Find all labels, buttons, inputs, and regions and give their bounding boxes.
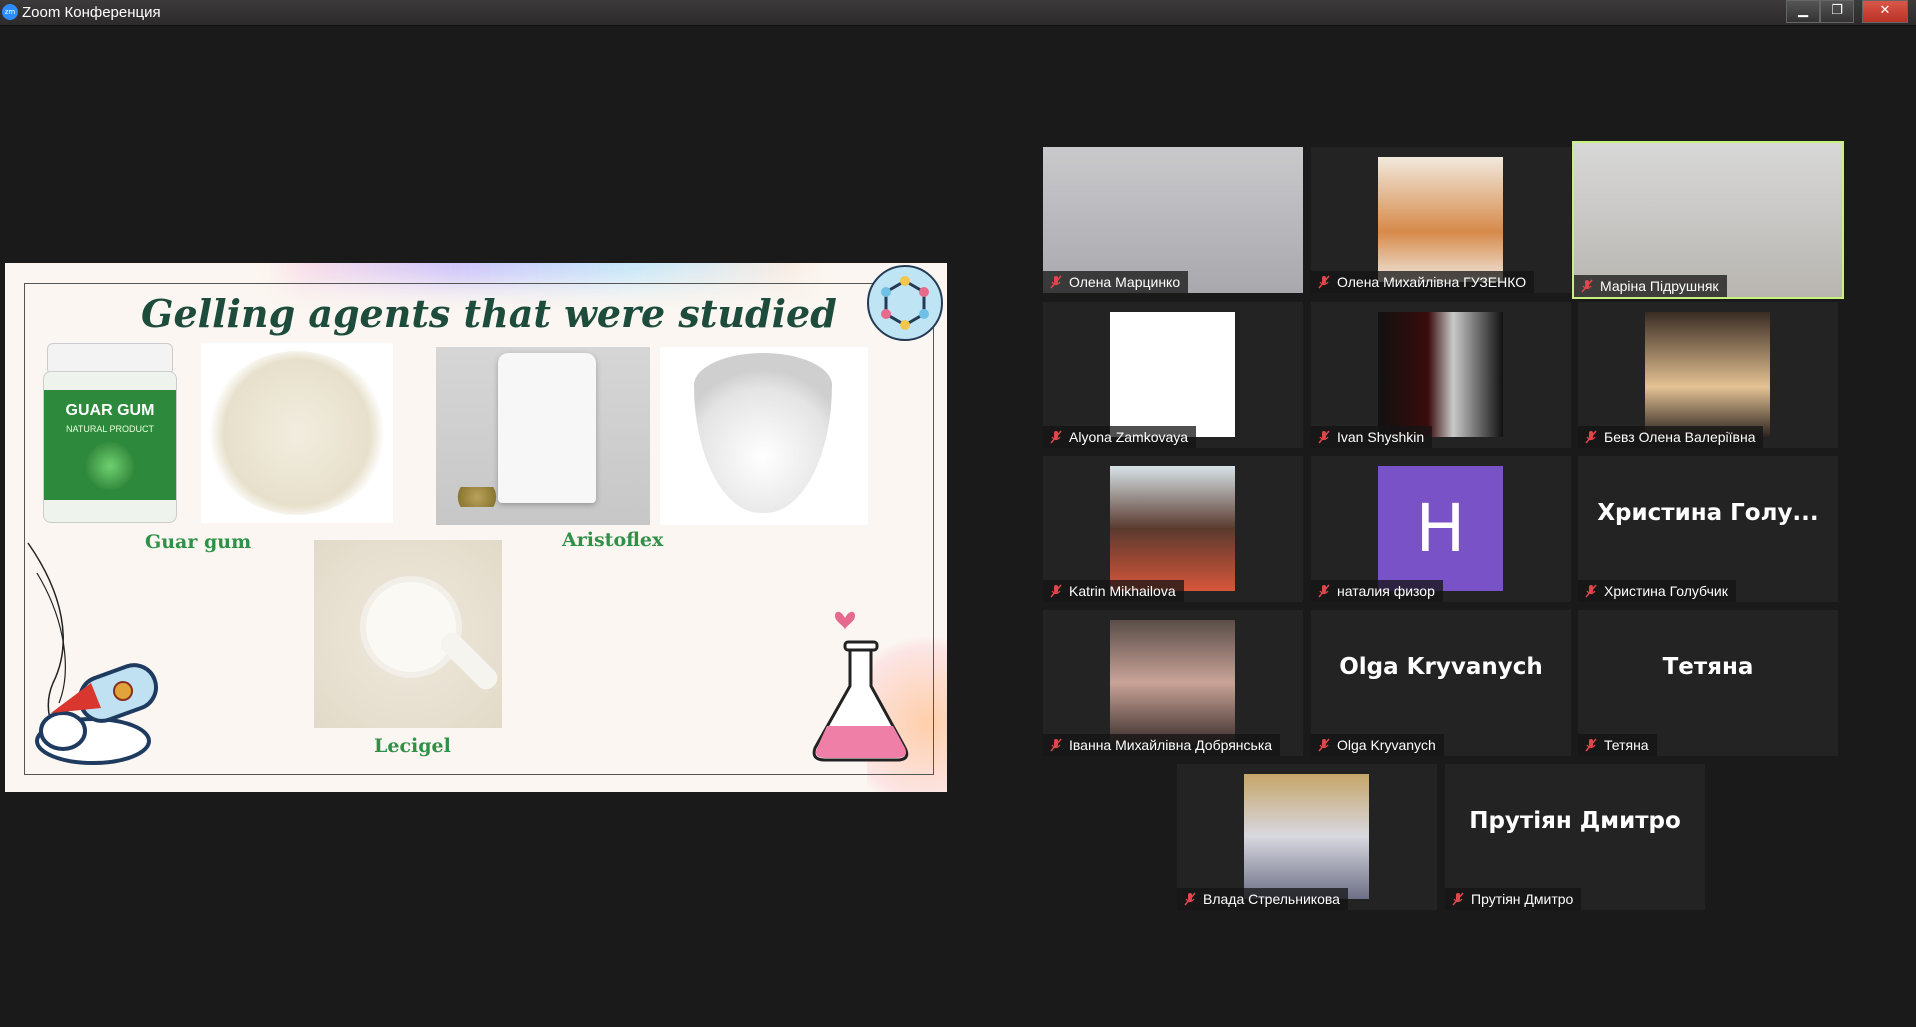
participant-name: Katrin Mikhailova	[1069, 583, 1176, 599]
participant-video	[1110, 466, 1235, 591]
close-button[interactable]: ✕	[1862, 0, 1908, 23]
participant-video	[1378, 312, 1503, 437]
participant-display-name: Прутіян Дмитро	[1469, 808, 1681, 834]
muted-mic-icon	[1184, 892, 1196, 906]
minimize-button[interactable]: ▁	[1786, 0, 1820, 23]
lecigel-powder-image	[314, 540, 502, 728]
flask-illustration	[812, 611, 909, 762]
participant-tile[interactable]: Олена Михайлівна ГУЗЕНКО	[1311, 147, 1571, 293]
window-title: Zoom Конференция	[22, 4, 161, 21]
participant-name: Олена Марцинко	[1069, 274, 1181, 290]
participant-tile[interactable]: Бевз Олена Валеріївна	[1578, 302, 1838, 448]
participant-name-tag: Олена Михайлівна ГУЗЕНКО	[1311, 271, 1535, 293]
guar-gum-powder-image	[201, 343, 393, 523]
muted-mic-icon	[1318, 430, 1330, 444]
participant-display-name: Olga Kryvanych	[1339, 654, 1543, 680]
muted-mic-icon	[1050, 738, 1062, 752]
participant-video	[1574, 143, 1842, 297]
participant-tile[interactable]: Маріна Підрушняк	[1572, 141, 1844, 299]
participant-name: Іванна Михайлівна Добрянська	[1069, 737, 1273, 753]
muted-mic-icon	[1585, 430, 1597, 444]
participant-name-tag: Іванна Михайлівна Добрянська	[1043, 734, 1281, 756]
muted-mic-icon	[1581, 279, 1593, 293]
participant-name: Olga Kryvanych	[1337, 737, 1436, 753]
participant-video	[1110, 312, 1235, 437]
muted-mic-icon	[1318, 738, 1330, 752]
participant-display-name: Тетяна	[1662, 654, 1754, 680]
participant-name-tag: Бевз Олена Валеріївна	[1578, 426, 1764, 448]
participant-name-tag: Alyona Zamkovaya	[1043, 426, 1197, 448]
participant-name-tag: Olga Kryvanych	[1311, 734, 1444, 756]
participant-name: Олена Михайлівна ГУЗЕНКО	[1337, 274, 1527, 290]
participant-name: Alyona Zamkovaya	[1069, 429, 1189, 445]
window-titlebar[interactable]: zm Zoom Конференция ▁ ❐ ✕	[0, 0, 1916, 26]
participant-name-tag: наталия физор	[1311, 580, 1443, 602]
participant-video	[1378, 157, 1503, 282]
participant-name-tag: Тетяна	[1578, 734, 1657, 756]
aristoflex-bag-image	[436, 347, 650, 525]
pill-mascot-illustration	[35, 663, 158, 765]
participant-tile[interactable]: Влада Стрельникова	[1177, 764, 1437, 910]
participant-name-tag: Маріна Підрушняк	[1574, 275, 1727, 297]
caption-aristoflex: Aristoflex	[562, 529, 664, 551]
participant-tile[interactable]: Alyona Zamkovaya	[1043, 302, 1303, 448]
aristoflex-powder-image	[660, 347, 868, 525]
slide-decor-glow	[285, 263, 805, 283]
participant-name-tag: Ivan Shyshkin	[1311, 426, 1433, 448]
participant-tile[interactable]: Olga Kryvanych Olga Kryvanych	[1311, 610, 1571, 756]
shared-screen-slide: Gelling agents that were studied GUAR GU…	[5, 263, 947, 792]
zoom-app-icon: zm	[2, 4, 18, 20]
participant-video	[1110, 620, 1235, 745]
participant-tile[interactable]: Прутіян Дмитро Прутіян Дмитро	[1445, 764, 1705, 910]
muted-mic-icon	[1050, 584, 1062, 598]
muted-mic-icon	[1050, 430, 1062, 444]
participant-video	[1645, 312, 1770, 437]
caption-lecigel: Lecigel	[374, 735, 451, 757]
muted-mic-icon	[1452, 892, 1464, 906]
participant-tile[interactable]: Ivan Shyshkin	[1311, 302, 1571, 448]
participant-tile[interactable]: Олена Марцинко	[1043, 147, 1303, 293]
participant-tile[interactable]: Христина Голу... Христина Голубчик	[1578, 456, 1838, 602]
molecule-icon	[867, 265, 943, 341]
muted-mic-icon	[1050, 275, 1062, 289]
participant-name-tag: Влада Стрельникова	[1177, 888, 1348, 910]
participant-display-name: Христина Голу...	[1597, 500, 1819, 526]
participant-tile[interactable]: Іванна Михайлівна Добрянська	[1043, 610, 1303, 756]
participant-name: Ivan Shyshkin	[1337, 429, 1425, 445]
guar-gum-jar-image: GUAR GUM NATURAL PRODUCT	[39, 343, 179, 523]
participant-name: наталия физор	[1337, 583, 1435, 599]
participant-letter-avatar: H	[1378, 466, 1503, 591]
participant-name: Прутіян Дмитро	[1471, 891, 1574, 907]
participant-tile[interactable]: Тетяна Тетяна	[1578, 610, 1838, 756]
participant-name: Бевз Олена Валеріївна	[1604, 429, 1756, 445]
caption-guar-gum: Guar gum	[145, 531, 252, 553]
participant-name-tag: Олена Марцинко	[1043, 271, 1189, 293]
muted-mic-icon	[1318, 275, 1330, 289]
muted-mic-icon	[1585, 738, 1597, 752]
muted-mic-icon	[1318, 584, 1330, 598]
participant-name: Тетяна	[1604, 737, 1649, 753]
slide-title: Gelling agents that were studied	[141, 291, 837, 336]
participant-name: Влада Стрельникова	[1203, 891, 1340, 907]
participant-name-tag: Katrin Mikhailova	[1043, 580, 1184, 602]
participant-name: Христина Голубчик	[1604, 583, 1728, 599]
muted-mic-icon	[1585, 584, 1597, 598]
participant-name: Маріна Підрушняк	[1600, 278, 1719, 294]
participant-tile[interactable]: Katrin Mikhailova	[1043, 456, 1303, 602]
maximize-button[interactable]: ❐	[1820, 0, 1854, 23]
participant-tile[interactable]: Hнаталия физор	[1311, 456, 1571, 602]
participant-name-tag: Прутіян Дмитро	[1445, 888, 1582, 910]
participant-video	[1244, 774, 1369, 899]
participant-name-tag: Христина Голубчик	[1578, 580, 1736, 602]
